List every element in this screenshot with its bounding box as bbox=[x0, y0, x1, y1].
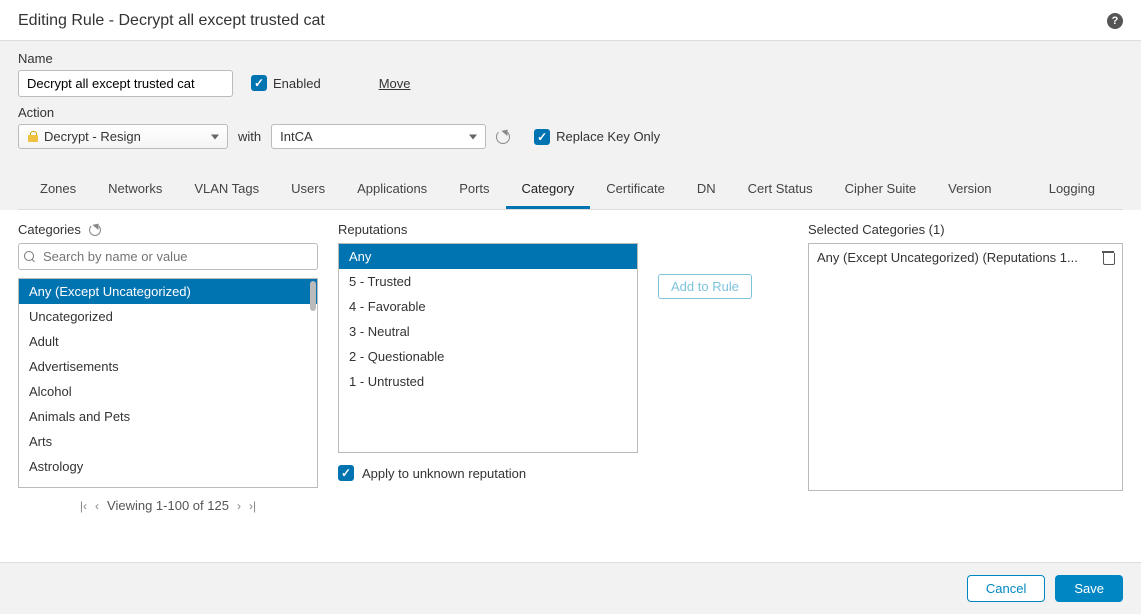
dialog-title: Editing Rule - Decrypt all except truste… bbox=[18, 12, 325, 30]
pager-text: Viewing 1-100 of 125 bbox=[107, 498, 229, 513]
replace-key-checkbox[interactable] bbox=[534, 129, 550, 145]
tab-users[interactable]: Users bbox=[275, 173, 341, 209]
categories-header: Categories bbox=[18, 222, 81, 237]
enabled-label: Enabled bbox=[273, 76, 321, 91]
footer: Cancel Save bbox=[0, 562, 1141, 614]
pager-next-icon[interactable]: › bbox=[237, 499, 241, 513]
reputations-list[interactable]: Any5 - Trusted4 - Favorable3 - Neutral2 … bbox=[338, 243, 638, 453]
ca-select[interactable]: IntCA bbox=[271, 124, 486, 149]
reputation-item[interactable]: 1 - Untrusted bbox=[339, 369, 637, 394]
action-select[interactable]: Decrypt - Resign bbox=[18, 124, 228, 149]
trash-icon[interactable] bbox=[1102, 251, 1114, 265]
refresh-icon[interactable] bbox=[496, 130, 510, 144]
name-label: Name bbox=[18, 51, 233, 66]
reputations-header: Reputations bbox=[338, 222, 407, 237]
tab-ports[interactable]: Ports bbox=[443, 173, 505, 209]
save-button[interactable]: Save bbox=[1055, 575, 1123, 602]
reputation-item[interactable]: 5 - Trusted bbox=[339, 269, 637, 294]
apply-unknown-checkbox[interactable] bbox=[338, 465, 354, 481]
tab-dn[interactable]: DN bbox=[681, 173, 732, 209]
action-label: Action bbox=[18, 105, 1123, 120]
pager: |‹ ‹ Viewing 1-100 of 125 › ›| bbox=[18, 498, 318, 513]
content: Categories Any (Except Uncategorized)Unc… bbox=[0, 210, 1141, 519]
selected-categories-box: Any (Except Uncategorized) (Reputations … bbox=[808, 243, 1123, 491]
enabled-checkbox[interactable] bbox=[251, 75, 267, 91]
category-item[interactable]: Arts bbox=[19, 429, 317, 454]
name-input[interactable] bbox=[18, 70, 233, 97]
search-icon bbox=[24, 251, 36, 263]
pager-last-icon[interactable]: ›| bbox=[249, 499, 256, 513]
categories-list[interactable]: Any (Except Uncategorized)UncategorizedA… bbox=[18, 278, 318, 488]
tab-certificate[interactable]: Certificate bbox=[590, 173, 681, 209]
pager-first-icon[interactable]: |‹ bbox=[80, 499, 87, 513]
category-item[interactable]: Adult bbox=[19, 329, 317, 354]
categories-refresh-icon[interactable] bbox=[89, 224, 101, 236]
help-icon[interactable]: ? bbox=[1107, 13, 1123, 29]
reputation-item[interactable]: 2 - Questionable bbox=[339, 344, 637, 369]
apply-unknown-label: Apply to unknown reputation bbox=[362, 466, 526, 481]
tab-cert-status[interactable]: Cert Status bbox=[732, 173, 829, 209]
category-item[interactable]: Uncategorized bbox=[19, 304, 317, 329]
tab-vlan-tags[interactable]: VLAN Tags bbox=[178, 173, 275, 209]
scrollbar-thumb[interactable] bbox=[310, 281, 316, 311]
category-item[interactable]: Any (Except Uncategorized) bbox=[19, 279, 317, 304]
tab-category[interactable]: Category bbox=[506, 173, 591, 209]
pager-prev-icon[interactable]: ‹ bbox=[95, 499, 99, 513]
dialog-header: Editing Rule - Decrypt all except truste… bbox=[0, 0, 1141, 41]
tab-version[interactable]: Version bbox=[932, 173, 1007, 209]
tab-zones[interactable]: Zones bbox=[24, 173, 92, 209]
tabs: ZonesNetworksVLAN TagsUsersApplicationsP… bbox=[18, 163, 1123, 210]
replace-key-label: Replace Key Only bbox=[556, 129, 660, 144]
add-to-rule-button[interactable]: Add to Rule bbox=[658, 274, 752, 299]
move-link[interactable]: Move bbox=[379, 76, 411, 91]
selected-row-text: Any (Except Uncategorized) (Reputations … bbox=[817, 250, 1078, 265]
reputation-item[interactable]: Any bbox=[339, 244, 637, 269]
ca-value: IntCA bbox=[280, 129, 313, 144]
reputation-item[interactable]: 3 - Neutral bbox=[339, 319, 637, 344]
form-area: Name Enabled Move Action Decrypt - Resig… bbox=[0, 41, 1141, 210]
tab-applications[interactable]: Applications bbox=[341, 173, 443, 209]
action-value: Decrypt - Resign bbox=[44, 129, 141, 144]
category-item[interactable]: Advertisements bbox=[19, 354, 317, 379]
selected-row[interactable]: Any (Except Uncategorized) (Reputations … bbox=[817, 250, 1114, 265]
cancel-button[interactable]: Cancel bbox=[967, 575, 1045, 602]
tab-logging[interactable]: Logging bbox=[1033, 173, 1117, 209]
category-item[interactable]: Animals and Pets bbox=[19, 404, 317, 429]
with-label: with bbox=[238, 129, 261, 144]
category-item[interactable]: Astrology bbox=[19, 454, 317, 479]
reputation-item[interactable]: 4 - Favorable bbox=[339, 294, 637, 319]
category-item[interactable]: Alcohol bbox=[19, 379, 317, 404]
selected-header: Selected Categories (1) bbox=[808, 222, 945, 237]
tab-cipher-suite[interactable]: Cipher Suite bbox=[829, 173, 933, 209]
categories-search-input[interactable] bbox=[18, 243, 318, 270]
lock-icon bbox=[27, 131, 40, 142]
tab-networks[interactable]: Networks bbox=[92, 173, 178, 209]
